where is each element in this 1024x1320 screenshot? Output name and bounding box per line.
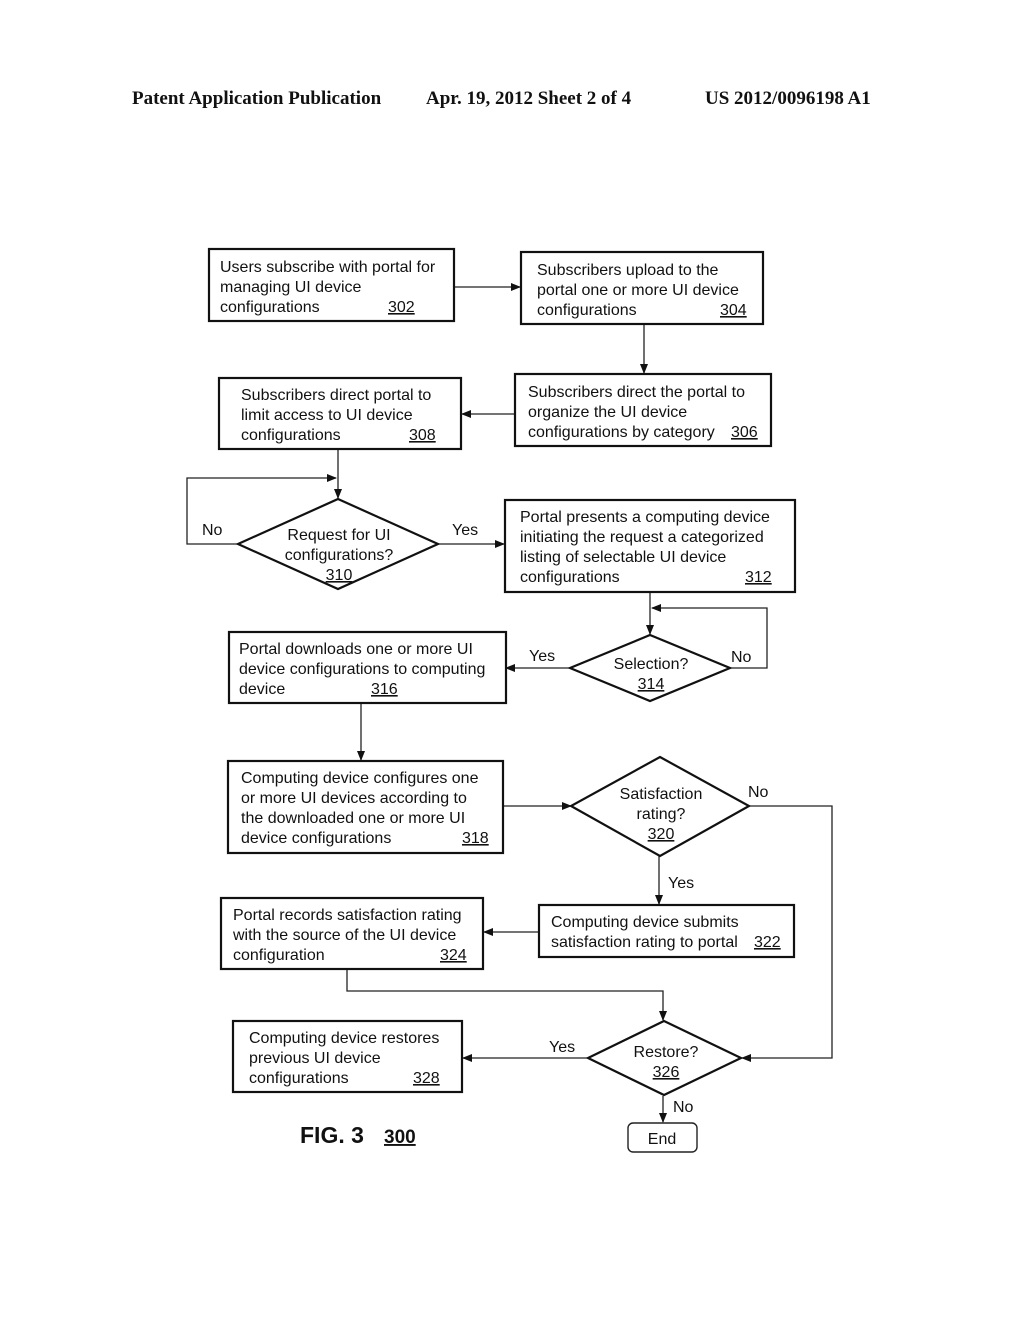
step-302-ref: 302 — [388, 299, 415, 316]
decision-314-ref: 314 — [638, 676, 665, 693]
step-322-line-1: Computing device submits — [551, 914, 739, 931]
decision-326: Restore? 326 — [585, 1019, 744, 1097]
step-312-ref: 312 — [745, 569, 772, 586]
step-302: Users subscribe with portal for managing… — [207, 247, 456, 323]
arrow-324-326 — [346, 970, 667, 1021]
edge-label-310-yes: Yes — [452, 522, 478, 539]
decision-310-line-1: Request for UI — [287, 527, 390, 544]
step-328-line-3: configurations — [249, 1070, 349, 1087]
step-304-line-3: configurations — [537, 302, 637, 319]
step-318-line-1: Computing device configures one — [241, 770, 479, 787]
step-322-ref: 322 — [754, 934, 781, 951]
terminal-end-label: End — [648, 1131, 676, 1148]
step-324-ref: 324 — [440, 947, 467, 964]
step-318: Computing device configures one or more … — [226, 759, 505, 855]
step-312-line-1: Portal presents a computing device — [520, 509, 770, 526]
step-304-ref: 304 — [720, 302, 747, 319]
step-328-ref: 328 — [413, 1070, 440, 1087]
step-304: Subscribers upload to the portal one or … — [519, 250, 765, 326]
decision-310-ref: 310 — [326, 567, 353, 584]
step-316-line-3: device — [239, 681, 285, 698]
decision-314: Selection? 314 — [567, 633, 733, 703]
step-322: Computing device submits satisfaction ra… — [537, 903, 796, 959]
step-316: Portal downloads one or more UI device c… — [227, 630, 508, 705]
step-312-line-4: configurations — [520, 569, 620, 586]
decision-326-ref: 326 — [653, 1064, 680, 1081]
decision-320: Satisfaction rating? 320 — [568, 755, 752, 858]
edge-label-314-no: No — [731, 649, 752, 666]
terminal-end: End — [627, 1122, 698, 1153]
step-324-line-1: Portal records satisfaction rating — [233, 907, 462, 924]
step-324: Portal records satisfaction rating with … — [219, 896, 485, 971]
step-316-line-1: Portal downloads one or more UI — [239, 641, 473, 658]
step-308-line-3: configurations — [241, 427, 341, 444]
step-308-line-1: Subscribers direct portal to — [241, 387, 431, 404]
step-306-ref: 306 — [731, 424, 758, 441]
step-302-line-1: Users subscribe with portal for — [220, 259, 436, 276]
step-316-ref: 316 — [371, 681, 398, 698]
step-312-line-3: listing of selectable UI device — [520, 549, 726, 566]
figure-label: FIG. 3 — [300, 1122, 364, 1148]
step-318-line-3: the downloaded one or more UI — [241, 810, 465, 827]
decision-326-line-1: Restore? — [634, 1044, 699, 1061]
step-328-line-1: Computing device restores — [249, 1030, 439, 1047]
step-328: Computing device restores previous UI de… — [231, 1019, 464, 1094]
step-316-line-2: device configurations to computing — [239, 661, 485, 678]
step-324-line-3: configuration — [233, 947, 325, 964]
step-304-line-2: portal one or more UI device — [537, 282, 739, 299]
decision-320-line-2: rating? — [637, 806, 686, 823]
figure-ref: 300 — [384, 1127, 416, 1148]
step-318-line-2: or more UI devices according to — [241, 790, 467, 807]
step-306-line-1: Subscribers direct the portal to — [528, 384, 745, 401]
edge-label-314-yes: Yes — [529, 648, 555, 665]
step-304-line-1: Subscribers upload to the — [537, 262, 719, 279]
flowchart: No Yes Yes No No Yes Yes No Users subscr… — [186, 247, 833, 1153]
step-324-line-2: with the source of the UI device — [232, 927, 456, 944]
step-318-ref: 318 — [462, 830, 489, 847]
edge-label-326-yes: Yes — [549, 1039, 575, 1056]
edge-label-320-no: No — [748, 784, 769, 801]
edge-label-320-yes: Yes — [668, 875, 694, 892]
step-308-line-2: limit access to UI device — [241, 407, 413, 424]
step-306-line-3: configurations by category — [528, 424, 715, 441]
step-302-line-2: managing UI device — [220, 279, 362, 296]
step-312-line-2: initiating the request a categorized — [520, 529, 764, 546]
decision-320-ref: 320 — [648, 826, 675, 843]
step-306-line-2: organize the UI device — [528, 404, 687, 421]
edge-label-310-no: No — [202, 522, 223, 539]
decision-310-line-2: configurations? — [285, 547, 394, 564]
step-318-line-4: device configurations — [241, 830, 391, 847]
step-306: Subscribers direct the portal to organiz… — [513, 372, 773, 448]
step-308: Subscribers direct portal to limit acces… — [217, 376, 463, 451]
step-312: Portal presents a computing device initi… — [503, 498, 797, 594]
decision-314-line-1: Selection? — [614, 656, 689, 673]
decision-320-line-1: Satisfaction — [620, 786, 703, 803]
decision-310: Request for UI configurations? 310 — [235, 497, 441, 591]
step-302-line-3: configurations — [220, 299, 320, 316]
step-328-line-2: previous UI device — [249, 1050, 381, 1067]
step-322-line-2: satisfaction rating to portal — [551, 934, 738, 951]
edge-label-326-no: No — [673, 1099, 694, 1116]
step-308-ref: 308 — [409, 427, 436, 444]
